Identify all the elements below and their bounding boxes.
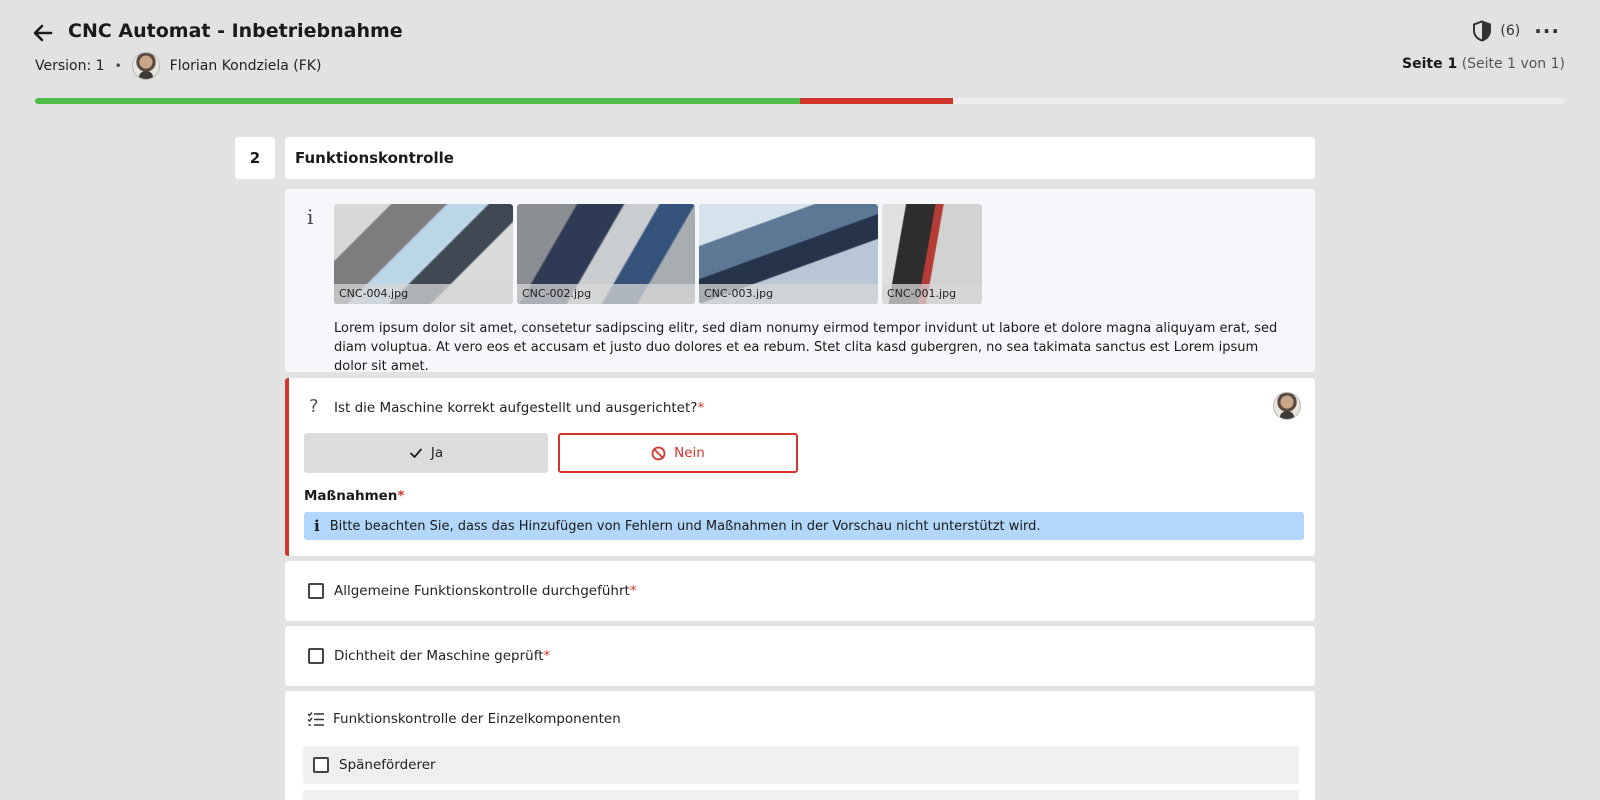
image-thumbnail[interactable]: CNC-003.jpg [699,204,878,304]
assignee-avatar[interactable] [1273,392,1301,420]
checkbox[interactable] [308,648,324,664]
section-title: Funktionskontrolle [285,137,1315,179]
info-card: i CNC-004.jpg CNC-002.jpg CNC-003.jpg CN… [285,189,1315,374]
checklist-header: Funktionskontrolle der Einzelkomponenten [307,711,621,727]
info-description: Lorem ipsum dolor sit amet, consetetur s… [334,321,1278,374]
check-label: Allgemeine Funktionskontrolle durchgefüh… [334,583,630,599]
image-caption: CNC-004.jpg [334,284,513,304]
version-label: Version: 1 [35,58,105,74]
checklist-icon [307,712,324,726]
check-item-tightness: Dichtheit der Maschine geprüft * [285,626,1315,686]
image-thumbnail[interactable]: CNC-002.jpg [517,204,695,304]
forbidden-icon [651,446,666,460]
image-caption: CNC-001.jpg [882,284,982,304]
image-thumbnail[interactable]: CNC-004.jpg [334,204,513,304]
image-caption: CNC-002.jpg [517,284,695,304]
question-mark-icon: ? [309,396,319,417]
security-count: (6) [1500,23,1521,39]
author-name: Florian Kondziela (FK) [169,58,322,74]
required-mark: * [397,488,405,504]
measures-label-text: Maßnahmen [304,488,398,504]
page-title: CNC Automat - Inbetriebnahme [68,20,403,42]
required-mark: * [629,583,637,599]
checklist-item-label: Späneförderer [339,757,436,773]
page-header: CNC Automat - Inbetriebnahme Version: 1 … [0,0,1600,110]
checklist-item: Späneförderer [303,746,1299,784]
page-indicator: Seite 1 (Seite 1 von 1) [1402,56,1565,72]
checkbox[interactable] [313,757,329,773]
page-label: Seite 1 [1402,56,1458,72]
question-text: Ist die Maschine korrekt aufgestellt und… [334,400,704,416]
separator-dot: • [114,59,122,73]
progress-ok-segment [35,98,800,104]
required-mark: * [697,400,705,416]
yes-label: Ja [430,445,444,461]
image-caption: CNC-003.jpg [699,284,878,304]
security-button[interactable]: (6) [1472,20,1520,42]
check-item-general: Allgemeine Funktionskontrolle durchgefüh… [285,561,1315,621]
question-card: ? Ist die Maschine korrekt aufgestellt u… [285,378,1315,556]
no-label: Nein [674,445,705,461]
checkbox[interactable] [308,583,324,599]
image-thumbnail[interactable]: CNC-001.jpg [882,204,982,304]
yes-button[interactable]: Ja [304,433,548,473]
checklist-title: Funktionskontrolle der Einzelkomponenten [333,711,621,727]
info-icon: i [314,517,320,535]
page-sub-label: (Seite 1 von 1) [1461,56,1565,72]
info-icon: i [307,205,314,229]
notice-text: Bitte beachten Sie, dass das Hinzufügen … [329,518,1041,534]
checklist-item [303,790,1299,800]
shield-icon [1473,20,1492,42]
section-number: 2 [235,137,275,179]
no-button[interactable]: Nein [558,433,798,473]
progress-fail-segment [800,98,953,104]
header-actions: (6) ··· [1472,20,1560,42]
back-button[interactable] [30,20,56,46]
image-gallery: CNC-004.jpg CNC-002.jpg CNC-003.jpg CNC-… [334,204,982,304]
meta-line: Version: 1 • Florian Kondziela (FK) [35,52,321,80]
required-mark: * [543,648,551,664]
check-icon [409,448,422,458]
measures-label: Maßnahmen* [304,488,404,504]
more-options-button[interactable]: ··· [1534,21,1560,41]
preview-notice: i Bitte beachten Sie, dass das Hinzufüge… [304,512,1304,540]
progress-bar [35,98,1565,104]
arrow-left-icon [33,24,53,42]
component-checklist-card: Funktionskontrolle der Einzelkomponenten… [285,691,1315,800]
question-label: Ist die Maschine korrekt aufgestellt und… [334,400,698,416]
check-label: Dichtheit der Maschine geprüft [334,648,544,664]
author-avatar [131,52,160,80]
